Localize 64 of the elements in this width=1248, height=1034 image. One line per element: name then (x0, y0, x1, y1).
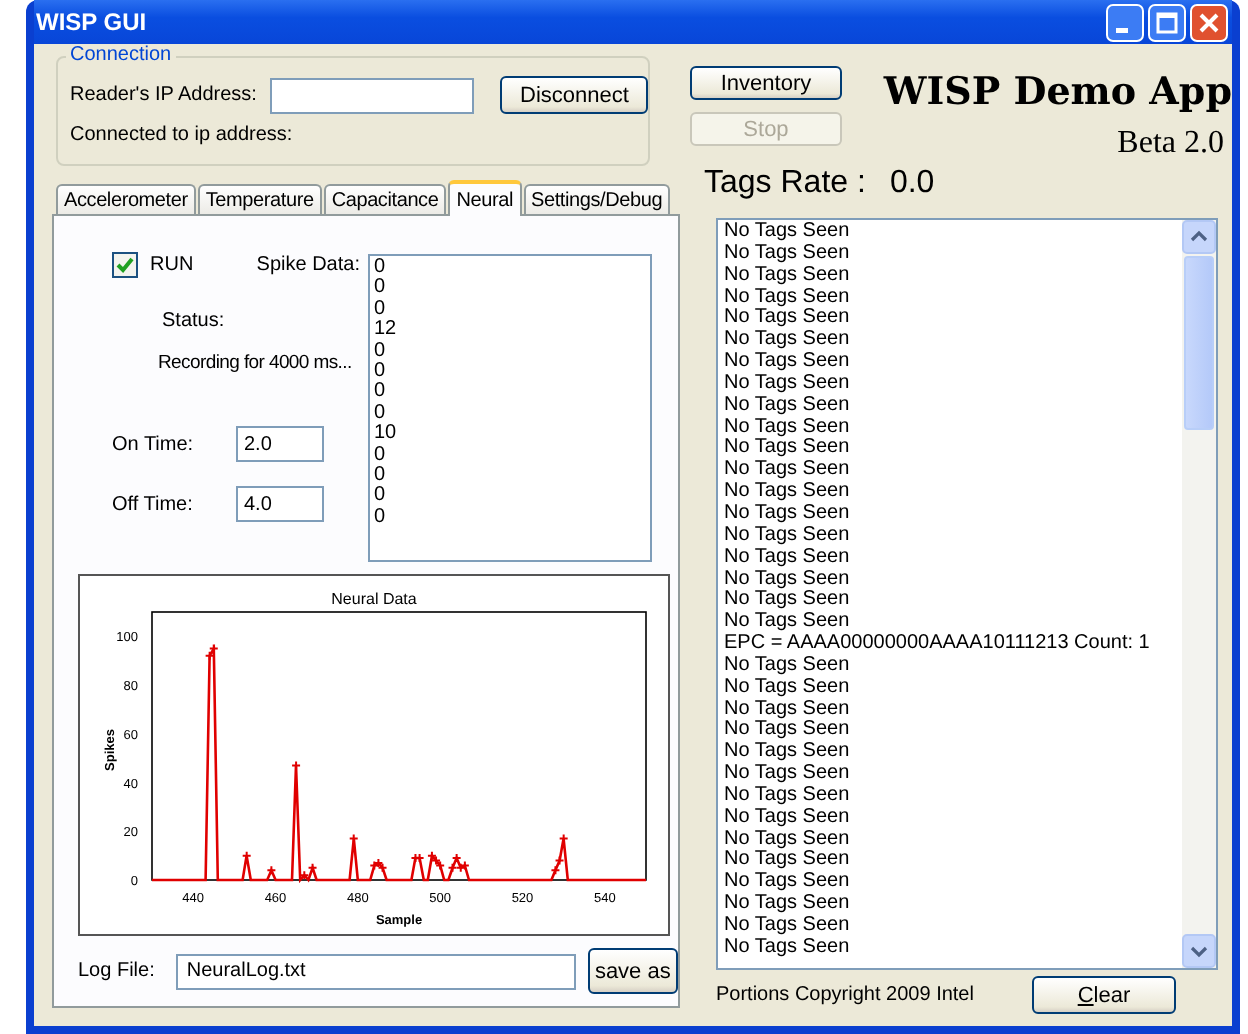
app-title: WISP Demo App (883, 70, 1232, 114)
list-item: No Tags Seen (724, 612, 852, 634)
list-item: No Tags Seen (724, 395, 852, 418)
checkbox-label: RUN (150, 254, 194, 276)
list-item: No Tags Seen (724, 872, 852, 894)
list-item: No Tags Seen (724, 807, 852, 830)
field-label: Off Time: (112, 493, 195, 515)
list-item: No Tags Seen (724, 569, 852, 589)
list-item: No Tags Seen (724, 287, 852, 308)
list-item: No Tags Seen (724, 503, 852, 526)
spike-value: 10 (374, 424, 399, 446)
spike-value: 0 (374, 466, 388, 487)
list-item: No Tags Seen (724, 894, 852, 916)
status-text: Recording for 4000 ms... (158, 352, 354, 374)
list-item: No Tags Seen (724, 764, 852, 786)
list-item: No Tags Seen (724, 850, 852, 872)
window-title: WISP GUI (36, 8, 147, 36)
list-item: EPC = AAAA00000000AAAA10111213 Count: 1 (724, 634, 1152, 656)
field-label: Log File: (78, 960, 155, 982)
list-item: No Tags Seen (724, 438, 852, 460)
list-item: No Tags Seen (724, 460, 852, 482)
list-item: No Tags Seen (724, 330, 852, 352)
spike-value: 0 (374, 445, 388, 466)
spike-value: 0 (374, 258, 388, 278)
spike-value: 0 (374, 486, 388, 508)
connection-status: Connected to ip address: (70, 124, 295, 146)
list-item: No Tags Seen (724, 916, 852, 938)
status-label: Status: (162, 310, 227, 332)
list-item: No Tags Seen (724, 482, 852, 504)
list-item: No Tags Seen (724, 590, 852, 612)
list-item: No Tags Seen (724, 547, 852, 569)
list-item: No Tags Seen (724, 265, 852, 288)
list-item: No Tags Seen (724, 352, 852, 374)
spike-value: 0 (374, 278, 388, 300)
spike-value: 0 (374, 299, 388, 320)
list-item: No Tags Seen (724, 417, 852, 438)
spike-value: 12 (374, 320, 399, 342)
tags-rate-value: 0.0 (889, 166, 935, 202)
version-label: Beta 2.0 (1117, 126, 1224, 162)
list-item: No Tags Seen (724, 222, 852, 244)
chart-title: Neural Data (331, 590, 417, 608)
field-label: Spike Data: (256, 254, 360, 276)
list-item: No Tags Seen (724, 720, 852, 742)
list-item: No Tags Seen (724, 677, 852, 700)
spike-value: 0 (374, 382, 388, 404)
spike-value: 0 (374, 341, 388, 362)
list-item: No Tags Seen (724, 243, 852, 266)
list-item: No Tags Seen (724, 373, 852, 396)
list-item: No Tags Seen (724, 308, 852, 330)
field-label: On Time: (112, 433, 196, 455)
spike-value: 0 (374, 362, 388, 383)
field-label: Reader's IP Address: (70, 84, 257, 106)
group-title: Connection (66, 44, 176, 66)
list-item: No Tags Seen (724, 742, 852, 764)
list-item: No Tags Seen (724, 937, 852, 960)
spike-value: 0 (374, 403, 388, 424)
list-item: No Tags Seen (724, 785, 852, 808)
tags-rate-label: Tags Rate : (704, 166, 866, 202)
list-item: No Tags Seen (724, 699, 852, 720)
copyright-text: Portions Copyright 2009 Intel (716, 984, 974, 1006)
list-item: No Tags Seen (724, 655, 852, 678)
spike-value: 0 (374, 507, 388, 529)
list-item: No Tags Seen (724, 525, 852, 548)
list-item: No Tags Seen (724, 829, 852, 850)
